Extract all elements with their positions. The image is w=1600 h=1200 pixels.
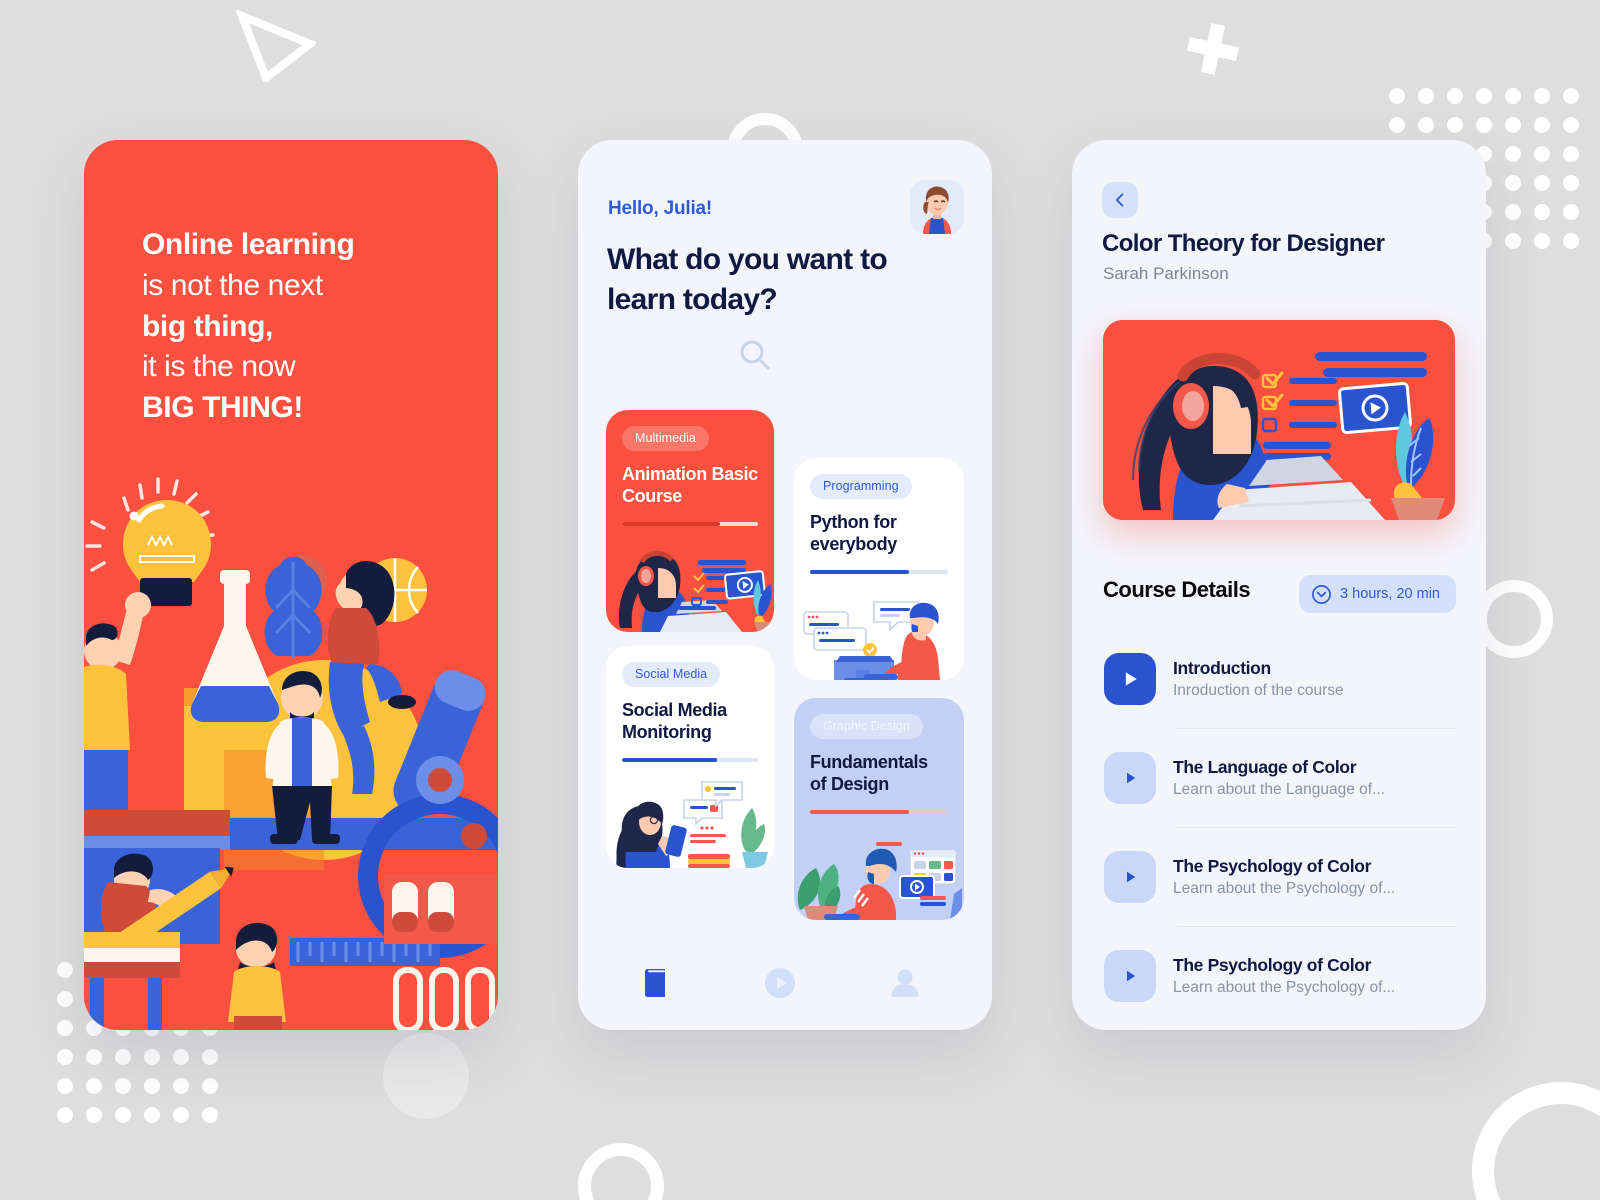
course-chip: Graphic Design	[810, 714, 923, 739]
woman-headphones-laptop-illustration	[1103, 320, 1455, 520]
woman-headphones-laptop-illustration	[618, 551, 774, 632]
course-card-title: Animation Basic Course	[622, 464, 758, 507]
onboarding-line-4: it is the now	[142, 350, 296, 384]
course-card-title: Python for everybody	[810, 512, 897, 555]
course-card-social-media[interactable]: Social Media Social Media Monitoring	[606, 646, 774, 868]
page-title: Color Theory for Designer	[1102, 230, 1385, 257]
search-icon[interactable]	[738, 338, 772, 372]
course-progress-bar	[622, 521, 758, 526]
course-chip: Programming	[810, 474, 912, 499]
tab-library[interactable]	[638, 966, 682, 1004]
person-icon	[891, 969, 919, 997]
lesson-item[interactable]: The Language of Color Learn about the La…	[1072, 729, 1486, 828]
section-title: Course Details	[1103, 577, 1251, 602]
lesson-item[interactable]: The Psychology of Color Learn about the …	[1072, 927, 1486, 1026]
onboarding-headline: Online learning is not the next big thin…	[142, 225, 462, 429]
lesson-title: Introduction	[1173, 658, 1271, 678]
lesson-title: The Psychology of Color	[1173, 856, 1372, 876]
play-icon	[1104, 851, 1156, 903]
lesson-description: Learn about the Language of...	[1173, 781, 1386, 798]
course-hero-image	[1103, 320, 1455, 520]
tab-profile[interactable]	[888, 966, 932, 1004]
onboarding-line-2: is not the next	[142, 268, 323, 302]
course-detail-screen: Color Theory for Designer Sarah Parkinso…	[1072, 140, 1486, 1030]
lesson-list: Introduction Inroduction of the course T…	[1072, 630, 1486, 1026]
back-button[interactable]	[1102, 182, 1138, 218]
lesson-description: Inroduction of the course	[1173, 682, 1344, 699]
course-duration-text: 3 hours, 20 min	[1340, 586, 1440, 602]
lesson-item[interactable]: Introduction Inroduction of the course	[1072, 630, 1486, 729]
onboarding-line-5: BIG THING!	[142, 391, 303, 425]
course-progress-bar	[810, 809, 948, 814]
course-duration-badge: 3 hours, 20 min	[1299, 575, 1456, 613]
lesson-item[interactable]: The Psychology of Color Learn about the …	[1072, 828, 1486, 927]
course-progress-bar	[810, 569, 948, 574]
avatar-image	[910, 180, 964, 234]
course-progress-bar	[622, 757, 758, 762]
play-circle-icon	[765, 968, 795, 998]
course-card-graphic-design[interactable]: Graphic Design Fundamentals of Design	[794, 698, 964, 920]
onboarding-line-1: Online learning	[142, 228, 355, 261]
course-card-animation[interactable]: Multimedia Animation Basic Course	[606, 410, 774, 632]
play-icon	[1104, 950, 1156, 1002]
course-card-title: Fundamentals of Design	[810, 752, 928, 795]
course-chip: Social Media	[622, 662, 721, 687]
course-card-title: Social Media Monitoring	[622, 700, 727, 743]
course-card-python[interactable]: Programming Python for everybody	[794, 458, 964, 680]
man-desk-plant-illustration	[797, 842, 962, 920]
tab-videos[interactable]	[763, 966, 807, 1004]
course-author: Sarah Parkinson	[1103, 264, 1229, 283]
education-collage-illustration	[84, 477, 498, 1030]
play-icon	[1104, 752, 1156, 804]
course-chip: Multimedia	[622, 426, 709, 451]
avatar[interactable]	[910, 180, 964, 234]
home-screen: Hello, Julia! What do you want to learn …	[578, 140, 992, 1030]
lesson-title: The Psychology of Color	[1173, 955, 1372, 975]
woman-phone-messages-illustration	[616, 781, 768, 868]
page-title: What do you want to learn today?	[607, 243, 888, 316]
onboarding-screen: Online learning is not the next big thin…	[84, 140, 498, 1030]
play-icon	[1104, 653, 1156, 705]
book-icon	[645, 969, 665, 997]
clock-icon	[1312, 584, 1331, 604]
bottom-tab-bar	[578, 938, 992, 1030]
man-desktop-chat-illustration	[803, 601, 940, 680]
lesson-title: The Language of Color	[1173, 757, 1357, 777]
lesson-description: Learn about the Psychology of...	[1173, 979, 1396, 996]
chevron-left-icon	[1115, 193, 1124, 207]
greeting-text: Hello, Julia!	[608, 198, 713, 219]
onboarding-line-3: big thing,	[142, 309, 273, 343]
lesson-description: Learn about the Psychology of...	[1173, 880, 1396, 897]
